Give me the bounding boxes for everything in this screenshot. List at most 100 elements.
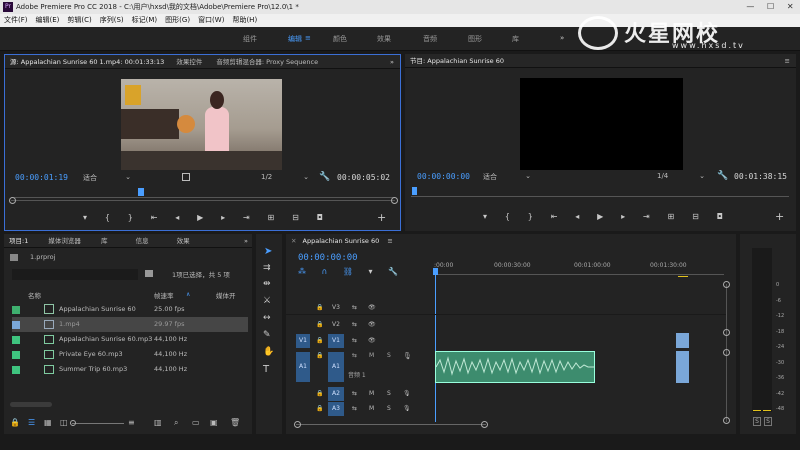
close-icon[interactable]: ✕ bbox=[787, 0, 794, 14]
tab-audio-clip-mixer[interactable]: 音频剪辑混合器: Proxy Sequence bbox=[216, 58, 318, 66]
go-to-in-icon[interactable]: ⇤ bbox=[151, 213, 158, 222]
razor-tool-icon[interactable]: ⚔ bbox=[263, 296, 271, 306]
wrench-icon[interactable]: 🔧 bbox=[319, 172, 330, 182]
project-search-input[interactable] bbox=[12, 269, 138, 280]
timeline-horizontal-scrollbar[interactable] bbox=[296, 424, 486, 425]
marker-type-icon[interactable] bbox=[182, 173, 190, 181]
new-bin-icon[interactable]: ▭ bbox=[192, 418, 200, 427]
go-to-in-icon[interactable]: ⇤ bbox=[551, 212, 558, 221]
mark-out-icon[interactable]: } bbox=[128, 213, 133, 222]
toggle-sync-lock-icon[interactable]: ⇆ bbox=[352, 318, 357, 332]
source-patch-a1[interactable]: A1 bbox=[296, 352, 310, 382]
menu-window[interactable]: 窗口(W) bbox=[198, 16, 224, 24]
tab-project[interactable]: 项目:1 bbox=[9, 237, 28, 245]
lock-icon[interactable]: 🔒 bbox=[316, 334, 323, 348]
menu-edit[interactable]: 编辑(E) bbox=[36, 16, 60, 24]
solo-button[interactable]: S bbox=[387, 402, 391, 416]
source-playhead[interactable] bbox=[138, 188, 144, 196]
workspace-graphics[interactable]: 图形 bbox=[468, 34, 482, 44]
microphone-icon[interactable]: 🎙 bbox=[403, 402, 411, 416]
mute-button[interactable]: M bbox=[369, 402, 374, 416]
toggle-sync-lock-icon[interactable]: ⇆ bbox=[352, 402, 357, 416]
video-clip[interactable] bbox=[676, 333, 689, 348]
source-time-ruler[interactable] bbox=[11, 188, 395, 198]
more-workspaces-icon[interactable]: » bbox=[560, 34, 564, 42]
workspace-editing[interactable]: 编辑 bbox=[288, 34, 302, 44]
program-fit-dropdown[interactable]: 适合 ⌄ bbox=[483, 172, 531, 182]
play-icon[interactable]: ▶ bbox=[597, 212, 603, 221]
horizontal-scrollbar[interactable] bbox=[10, 402, 52, 407]
list-item[interactable]: Appalachian Sunrise 60 25.00 fps bbox=[12, 302, 248, 317]
add-marker-icon[interactable]: ▾ bbox=[483, 212, 487, 221]
mute-button[interactable]: M bbox=[369, 387, 374, 401]
add-marker-icon[interactable]: ▾ bbox=[83, 213, 87, 222]
mute-button[interactable]: M bbox=[369, 352, 374, 359]
go-to-out-icon[interactable]: ⇥ bbox=[243, 213, 250, 222]
list-item[interactable]: Appalachian Sunrise 60.mp3 44,100 Hz bbox=[12, 332, 248, 347]
list-view-icon[interactable]: ☰ bbox=[28, 418, 35, 427]
slip-tool-icon[interactable]: ↔ bbox=[263, 313, 271, 323]
lock-icon[interactable]: 🔒 bbox=[316, 352, 323, 359]
source-patch-v1[interactable]: V1 bbox=[296, 334, 310, 348]
minimize-icon[interactable]: — bbox=[746, 0, 754, 14]
zoom-handle-left[interactable] bbox=[9, 197, 16, 204]
program-tab[interactable]: 节目: Appalachian Sunrise 60 bbox=[410, 57, 504, 65]
menu-clip[interactable]: 剪辑(C) bbox=[67, 16, 91, 24]
sort-icons-icon[interactable]: ≡ bbox=[128, 418, 135, 427]
track-label[interactable]: A1 bbox=[328, 352, 344, 382]
toggle-sync-lock-icon[interactable]: ⇆ bbox=[352, 301, 357, 315]
vscroll-handle-bottom[interactable] bbox=[723, 417, 730, 424]
workspace-menu-icon[interactable]: ≡ bbox=[305, 34, 311, 42]
eye-icon[interactable]: 👁 bbox=[368, 334, 376, 348]
program-timecode[interactable]: 00:00:00:00 bbox=[417, 172, 470, 181]
lock-icon[interactable]: 🔒 bbox=[316, 301, 323, 315]
step-back-icon[interactable]: ◂ bbox=[175, 213, 179, 222]
pen-tool-icon[interactable]: ✎ bbox=[263, 330, 271, 340]
linked-selection-icon[interactable]: ⛓ bbox=[343, 267, 353, 276]
track-label[interactable]: V1 bbox=[328, 334, 344, 348]
toggle-sync-lock-icon[interactable]: ⇆ bbox=[352, 352, 357, 359]
toggle-sync-lock-icon[interactable]: ⇆ bbox=[352, 387, 357, 401]
new-bin-icon[interactable] bbox=[145, 270, 153, 277]
vscroll-handle-mid[interactable] bbox=[723, 329, 730, 336]
mark-in-icon[interactable]: { bbox=[105, 213, 110, 222]
column-name[interactable]: 名称 bbox=[28, 290, 41, 300]
close-icon[interactable]: ✕ bbox=[291, 237, 296, 245]
program-playhead[interactable] bbox=[412, 187, 417, 195]
vscroll-handle-a[interactable] bbox=[723, 349, 730, 356]
type-tool-icon[interactable]: T bbox=[263, 364, 269, 375]
tab-effect-controls[interactable]: 效果控件 bbox=[176, 58, 202, 66]
button-editor-icon[interactable]: + bbox=[377, 211, 386, 224]
menu-file[interactable]: 文件(F) bbox=[4, 16, 28, 24]
eye-icon[interactable]: 👁 bbox=[368, 301, 376, 315]
workspace-assembly[interactable]: 组件 bbox=[243, 34, 257, 44]
settings-wrench-icon[interactable]: 🔧 bbox=[388, 267, 398, 276]
mark-in-icon[interactable]: { bbox=[505, 212, 510, 221]
clear-icon[interactable]: 🗑 bbox=[230, 418, 240, 427]
list-item[interactable]: Summer Trip 60.mp3 44,100 Hz bbox=[12, 362, 248, 377]
menu-help[interactable]: 帮助(H) bbox=[232, 16, 257, 24]
ripple-edit-tool-icon[interactable]: ⇹ bbox=[263, 279, 271, 289]
lock-icon[interactable]: 🔒 bbox=[316, 318, 323, 332]
program-time-ruler[interactable] bbox=[411, 187, 789, 197]
step-back-icon[interactable]: ◂ bbox=[575, 212, 579, 221]
tab-media-browser[interactable]: 媒体浏览器 bbox=[48, 237, 81, 245]
column-media-start[interactable]: 媒体开 bbox=[216, 290, 236, 300]
panel-menu-icon[interactable]: ≡ bbox=[387, 237, 392, 245]
snap-icon[interactable]: ∩ bbox=[322, 267, 328, 276]
overwrite-icon[interactable]: ⊟ bbox=[292, 213, 299, 222]
zoom-handle-right[interactable] bbox=[391, 197, 398, 204]
insert-icon[interactable]: ⊞ bbox=[268, 213, 275, 222]
lock-icon[interactable]: 🔒 bbox=[316, 387, 323, 401]
tab-effects[interactable]: 效果 bbox=[177, 237, 190, 245]
selection-tool-icon[interactable]: ➤ bbox=[264, 246, 272, 257]
zoom-slider-handle[interactable] bbox=[70, 420, 76, 426]
wrench-icon[interactable]: 🔧 bbox=[717, 171, 728, 181]
step-forward-icon[interactable]: ▸ bbox=[221, 213, 225, 222]
solo-right-button[interactable]: S bbox=[764, 417, 772, 426]
lock-icon[interactable]: 🔒 bbox=[10, 418, 20, 427]
column-frame-rate[interactable]: 帧速率 bbox=[154, 290, 174, 300]
play-icon[interactable]: ▶ bbox=[197, 213, 203, 222]
workspace-color[interactable]: 颜色 bbox=[333, 34, 347, 44]
solo-button[interactable]: S bbox=[387, 352, 391, 359]
